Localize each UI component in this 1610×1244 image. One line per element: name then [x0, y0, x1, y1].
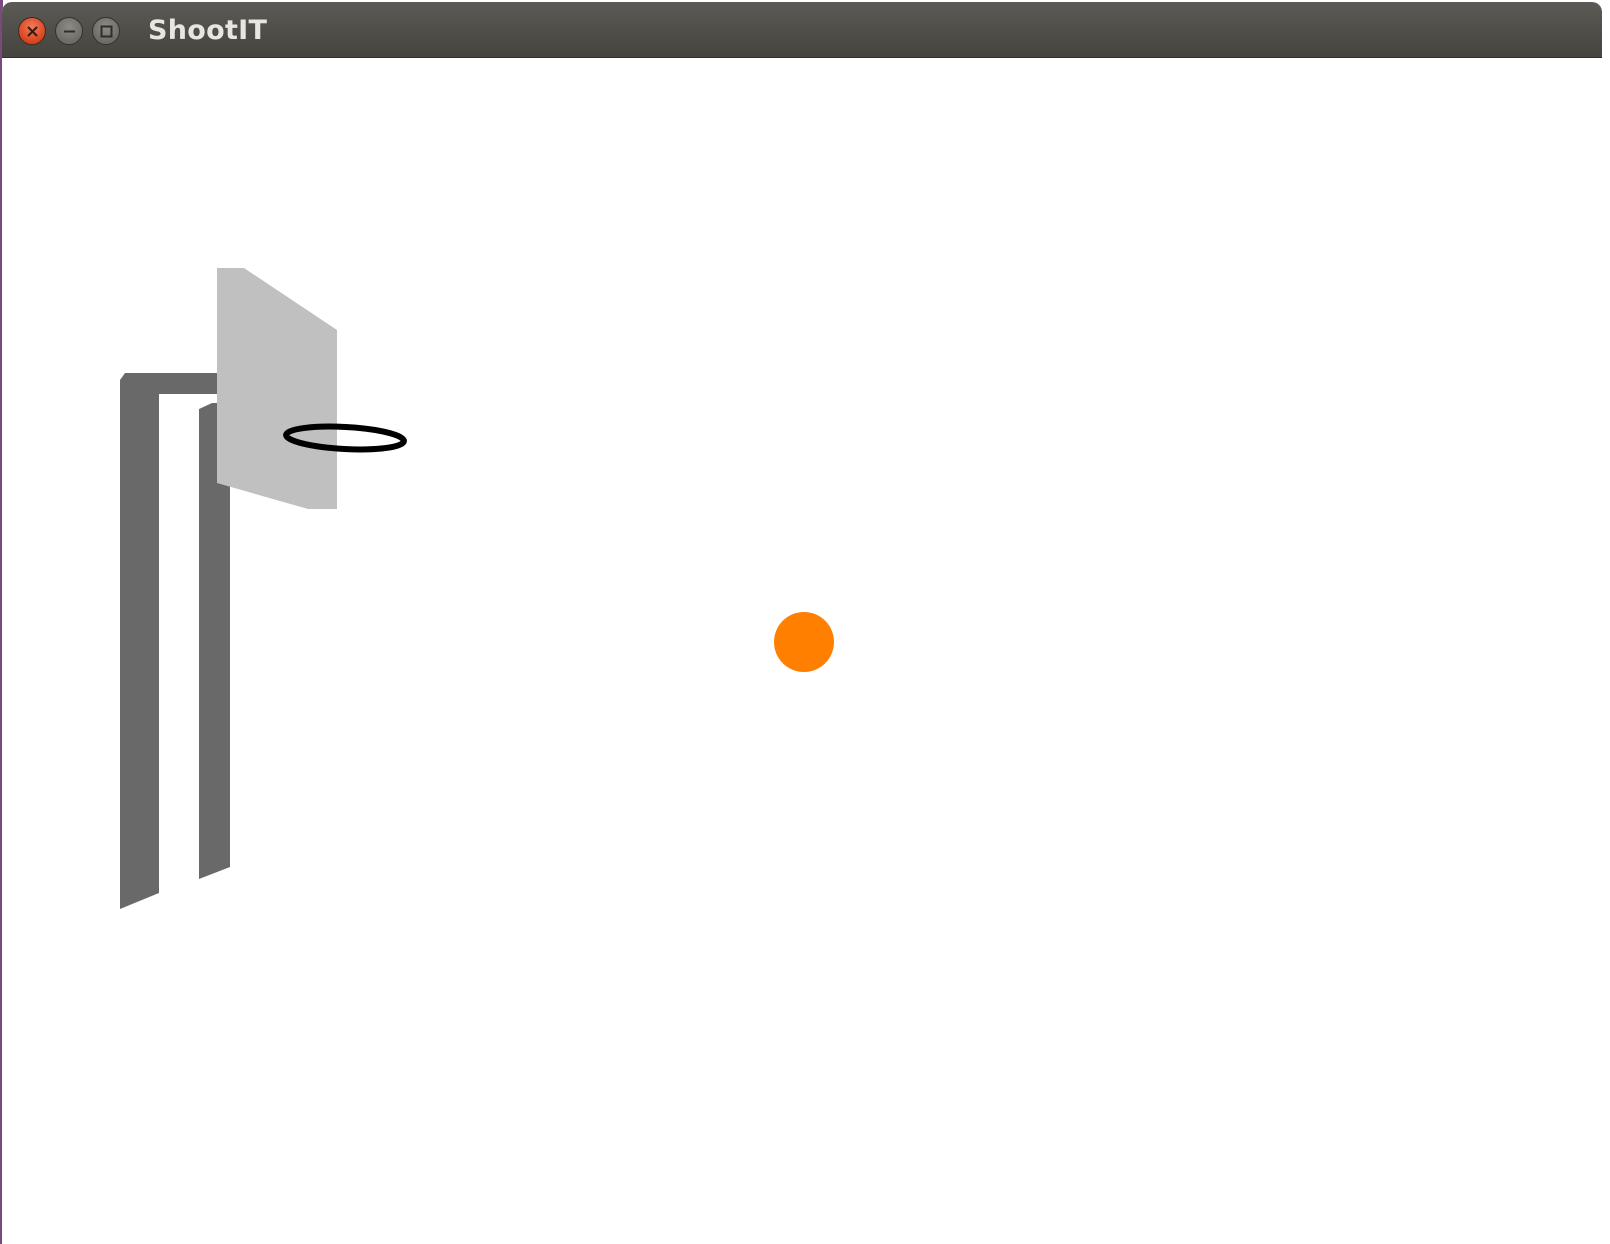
basketball[interactable]	[774, 612, 834, 672]
hoop-pole-arm	[120, 373, 224, 404]
game-scene	[120, 268, 834, 909]
minimize-icon	[64, 30, 75, 33]
window-title: ShootIT	[148, 15, 268, 46]
minimize-button[interactable]	[55, 17, 83, 45]
backboard	[217, 268, 337, 509]
game-canvas[interactable]	[2, 59, 1602, 1244]
title-bar[interactable]: ShootIT	[2, 2, 1602, 58]
close-button[interactable]	[18, 17, 46, 45]
hoop-pole-front	[120, 380, 159, 909]
close-icon	[27, 26, 38, 37]
app-window: ShootIT	[2, 2, 1602, 1244]
maximize-icon	[100, 25, 113, 38]
maximize-button[interactable]	[92, 17, 120, 45]
